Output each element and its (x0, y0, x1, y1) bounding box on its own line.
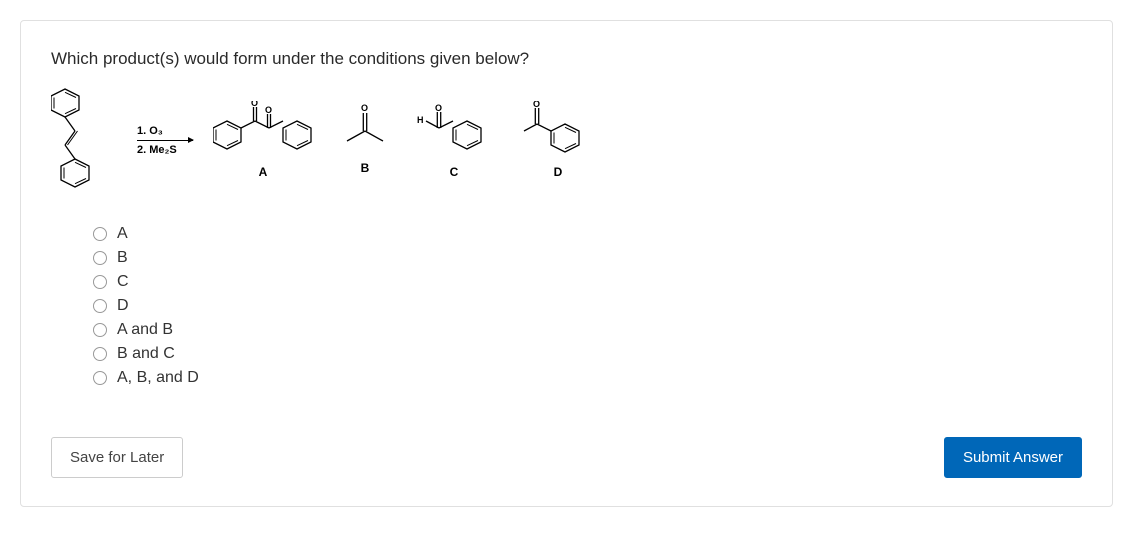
option-B-and-C[interactable]: B and C (93, 345, 1082, 363)
svg-text:O: O (435, 103, 442, 113)
option-label: A (117, 225, 128, 243)
products-group: O O A (213, 101, 595, 179)
starting-material: 1. O₃ 2. Me₂S (51, 85, 193, 195)
option-A[interactable]: A (93, 225, 1082, 243)
radio-icon (93, 251, 107, 265)
acetone-icon: O (343, 101, 387, 151)
question-text: Which product(s) would form under the co… (51, 49, 1082, 69)
option-D[interactable]: D (93, 297, 1082, 315)
option-label: A, B, and D (117, 369, 199, 387)
submit-answer-button[interactable]: Submit Answer (944, 437, 1082, 478)
option-A-B-and-D[interactable]: A, B, and D (93, 369, 1082, 387)
radio-icon (93, 371, 107, 385)
structure-B: O B (343, 101, 387, 175)
svg-text:O: O (251, 101, 258, 108)
option-label: A and B (117, 321, 173, 339)
structure-D: O D (521, 101, 595, 179)
svg-text:O: O (533, 101, 540, 109)
option-B[interactable]: B (93, 249, 1082, 267)
structure-A: O O A (213, 101, 313, 179)
option-label: B and C (117, 345, 175, 363)
chemical-structures-row: 1. O₃ 2. Me₂S O (51, 85, 1082, 195)
radio-icon (93, 323, 107, 337)
radio-icon (93, 227, 107, 241)
svg-text:H: H (417, 115, 424, 125)
svg-text:O: O (361, 103, 368, 113)
structure-B-label: B (361, 161, 370, 175)
phenyl-aldehyde-icon: H O (417, 101, 491, 155)
option-label: C (117, 273, 129, 291)
svg-text:O: O (265, 105, 272, 115)
radio-icon (93, 275, 107, 289)
reagent-step-1: 1. O₃ (137, 125, 163, 137)
structure-C-label: C (450, 165, 459, 179)
arrow-line-icon (137, 140, 193, 141)
footer-actions: Save for Later Submit Answer (51, 437, 1082, 478)
structure-D-label: D (554, 165, 563, 179)
answer-options: A B C D A and B B and C A, B, and D (51, 225, 1082, 387)
reagent-step-2: 2. Me₂S (137, 144, 177, 156)
phenyl-ketone-icon: O (521, 101, 595, 155)
option-label: D (117, 297, 129, 315)
symmetric-diketone-icon: O O (213, 101, 313, 155)
save-for-later-button[interactable]: Save for Later (51, 437, 183, 478)
structure-C: H O C (417, 101, 491, 179)
stilbene-icon (51, 85, 123, 195)
reaction-arrow: 1. O₃ 2. Me₂S (137, 125, 193, 156)
structure-A-label: A (259, 165, 268, 179)
question-card: Which product(s) would form under the co… (20, 20, 1113, 507)
radio-icon (93, 347, 107, 361)
option-A-and-B[interactable]: A and B (93, 321, 1082, 339)
option-C[interactable]: C (93, 273, 1082, 291)
radio-icon (93, 299, 107, 313)
option-label: B (117, 249, 128, 267)
